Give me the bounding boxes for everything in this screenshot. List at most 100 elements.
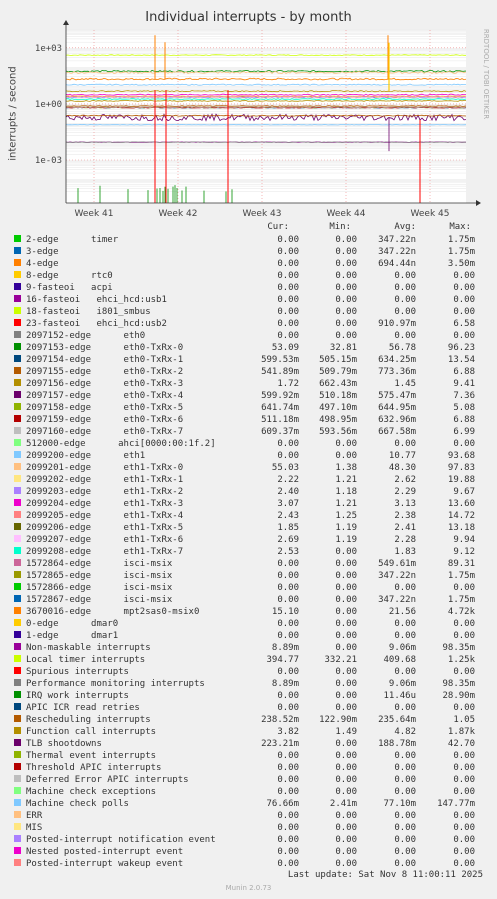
legend-swatch [14, 427, 21, 434]
legend-row: Function call interrupts 3.82 1.49 4.82 1.87… [0, 727, 497, 739]
legend-min-value: 0.00 [335, 859, 357, 869]
legend-row: 2099200-edge eth1 0.00 0.00 10.77 93.68 [0, 451, 497, 463]
legend-row: Non-maskable interrupts 8.89m 0.00 9.06m 98.… [0, 643, 497, 655]
legend-min-value: 0.00 [335, 331, 357, 341]
legend-swatch [14, 511, 21, 518]
legend-cur-value: 0.00 [277, 319, 299, 329]
legend-max-value: 0.00 [453, 763, 475, 773]
legend-avg-value: 0.00 [394, 823, 416, 833]
legend-row: 4-edge 0.00 0.00 694.44n 3.50m [0, 259, 497, 271]
legend-series-name: 2099208-edge eth1-TxRx-7 [26, 547, 184, 557]
legend-series-name: 2097154-edge eth0-TxRx-1 [26, 355, 184, 365]
legend-row: Nested posted-interrupt event 0.00 0.00 0.0… [0, 847, 497, 859]
legend-min-value: 32.81 [329, 343, 357, 353]
legend-cur-value: 0.00 [277, 283, 299, 293]
legend-cur-value: 76.66m [266, 799, 299, 809]
legend-swatch [14, 343, 21, 350]
legend-min-value: 505.15m [319, 355, 357, 365]
legend-avg-value: 2.29 [394, 487, 416, 497]
legend-series-name: 2099200-edge eth1 [26, 451, 146, 461]
legend-avg-value: 2.41 [394, 523, 416, 533]
legend-min-value: 0.00 [335, 835, 357, 845]
legend-swatch [14, 235, 21, 242]
legend-series-name: MIS [26, 823, 43, 833]
legend-max-value: 0.00 [453, 631, 475, 641]
legend-avg-value: 0.00 [394, 307, 416, 317]
legend-max-value: 0.00 [453, 667, 475, 677]
legend-row: TLB shootdowns 223.21m 0.00 188.78m 42.70 [0, 739, 497, 751]
legend-series-name: 23-fasteoi ehci_hcd:usb2 [26, 319, 167, 329]
x-tick-label: Week 43 [243, 209, 282, 219]
legend-swatch [14, 571, 21, 578]
legend-min-value: 0.00 [335, 451, 357, 461]
legend-swatch [14, 415, 21, 422]
legend-min-value: 510.18m [319, 391, 357, 401]
legend-min-value: 0.00 [335, 571, 357, 581]
legend-swatch [14, 619, 21, 626]
legend-cur-value: 0.00 [277, 691, 299, 701]
legend-row: IRQ work interrupts 0.00 0.00 11.46u 28.90m [0, 691, 497, 703]
legend-avg-value: 910.97m [378, 319, 416, 329]
legend-max-value: 0.00 [453, 583, 475, 593]
legend-cur-value: 0.00 [277, 823, 299, 833]
legend-max-value: 13.54 [447, 355, 475, 365]
legend-avg-value: 1.83 [394, 547, 416, 557]
legend-row: 2099204-edge eth1-TxRx-3 3.07 1.21 3.13 13.6… [0, 499, 497, 511]
legend-max-value: 0.00 [453, 787, 475, 797]
legend-min-value: 0.00 [335, 667, 357, 677]
legend-cur-value: 0.00 [277, 847, 299, 857]
legend-series-name: Non-maskable interrupts [26, 643, 151, 653]
legend-row: Threshold APIC interrupts 0.00 0.00 0.00 0.0… [0, 763, 497, 775]
legend-min-value: 0.00 [335, 775, 357, 785]
legend-min-value: 0.00 [335, 787, 357, 797]
legend-series-name: 1572867-edge isci-msix [26, 595, 173, 605]
legend-series-name: 1572864-edge isci-msix [26, 559, 173, 569]
legend-cur-value: 0.00 [277, 331, 299, 341]
legend-series-name: 2097158-edge eth0-TxRx-5 [26, 403, 184, 413]
legend-swatch [14, 463, 21, 470]
legend-min-value: 0.00 [335, 619, 357, 629]
legend-row: 1572867-edge isci-msix 0.00 0.00 347.22n 1.7… [0, 595, 497, 607]
legend-cur-value: 0.00 [277, 595, 299, 605]
legend-cur-value: 599.53m [261, 355, 299, 365]
legend-series-name: 8-edge rtc0 [26, 271, 113, 281]
legend-row: 2099202-edge eth1-TxRx-1 2.22 1.21 2.62 19.8… [0, 475, 497, 487]
legend-swatch [14, 559, 21, 566]
legend-row: 2097155-edge eth0-TxRx-2 541.89m 509.79m 77… [0, 367, 497, 379]
legend-row: 23-fasteoi ehci_hcd:usb2 0.00 0.00 910.97m 6… [0, 319, 497, 331]
legend-max-value: 98.35m [442, 679, 475, 689]
legend-row: 2097154-edge eth0-TxRx-1 599.53m 505.15m 63… [0, 355, 497, 367]
legend-series-name: 2099206-edge eth1-TxRx-5 [26, 523, 184, 533]
legend-swatch [14, 703, 21, 710]
legend-avg-value: 21.56 [388, 607, 416, 617]
legend-cur-value: 0.00 [277, 751, 299, 761]
legend-cur-value: 0.00 [277, 271, 299, 281]
legend-min-value: 0.00 [335, 631, 357, 641]
legend-avg-value: 0.00 [394, 847, 416, 857]
legend-series-name: 3-edge [26, 247, 59, 257]
legend-min-value: 1.19 [335, 535, 357, 545]
legend-avg-value: 9.06m [388, 643, 416, 653]
legend-series-name: Posted-interrupt notification event [26, 835, 216, 845]
legend-row: 16-fasteoi ehci_hcd:usb1 0.00 0.00 0.00 0.00 [0, 295, 497, 307]
legend-cur-value: 0.00 [277, 439, 299, 449]
legend-cur-value: 541.89m [261, 367, 299, 377]
last-update: Last update: Sat Nov 8 11:00:11 2025 [287, 870, 483, 880]
legend-swatch [14, 547, 21, 554]
legend-series-name: 2099204-edge eth1-TxRx-3 [26, 499, 184, 509]
legend-avg-value: 0.00 [394, 295, 416, 305]
legend-swatch [14, 331, 21, 338]
legend-cur-value: 0.00 [277, 775, 299, 785]
legend-row: 8-edge rtc0 0.00 0.00 0.00 0.00 [0, 271, 497, 283]
legend-row: 2097153-edge eth0-TxRx-0 53.09 32.81 56.78 9… [0, 343, 497, 355]
legend-avg-value: 9.06m [388, 679, 416, 689]
legend-max-value: 0.00 [453, 271, 475, 281]
legend-max-value: 28.90m [442, 691, 475, 701]
legend-swatch [14, 403, 21, 410]
legend-min-value: 0.00 [335, 703, 357, 713]
legend-swatch [14, 643, 21, 650]
legend-max-value: 0.00 [453, 751, 475, 761]
legend-swatch [14, 859, 21, 866]
legend-avg-value: 0.00 [394, 859, 416, 869]
legend-max-value: 0.00 [453, 823, 475, 833]
